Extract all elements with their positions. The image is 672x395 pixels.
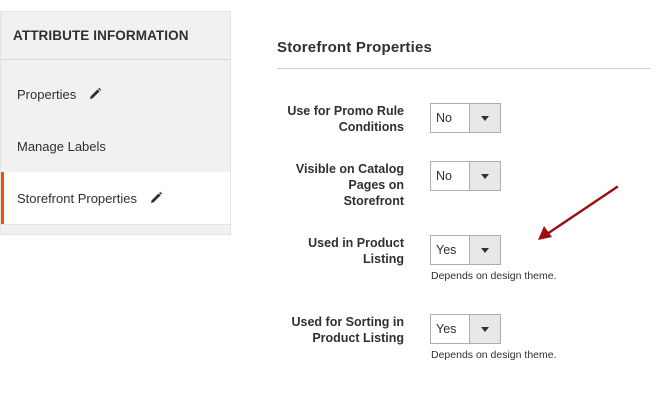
sidebar-item-properties[interactable]: Properties [1, 68, 230, 120]
sidebar-item-label: Properties [17, 86, 77, 102]
label-line: Used for Sorting in [291, 315, 405, 329]
section-divider [277, 68, 650, 69]
used-for-sorting-select[interactable]: Yes [430, 314, 501, 344]
select-value: No [436, 169, 452, 183]
sidebar-item-label: Storefront Properties [17, 190, 137, 206]
chevron-down-icon [469, 104, 500, 132]
attribute-information-panel: ATTRIBUTE INFORMATION Properties Manage … [0, 11, 231, 235]
used-in-product-listing-select[interactable]: Yes [430, 235, 501, 265]
promo-rule-label: Use for Promo Rule Conditions [254, 103, 404, 135]
used-for-sorting-label: Used for Sorting in Product Listing [254, 314, 405, 346]
label-line: Conditions [338, 120, 404, 134]
label-line: Used in Product [308, 236, 404, 250]
section-title: Storefront Properties [277, 39, 432, 56]
promo-rule-select[interactable]: No [430, 103, 501, 133]
visible-on-catalog-label: Visible on Catalog Pages on Storefront [254, 161, 404, 209]
sidebar-divider [1, 224, 230, 225]
pencil-icon [88, 87, 102, 101]
label-line: Pages on [348, 178, 404, 192]
sidebar-item-storefront-properties[interactable]: Storefront Properties [1, 172, 230, 224]
field-note: Depends on design theme. [431, 349, 557, 361]
chevron-down-icon [469, 315, 500, 343]
used-in-product-listing-label: Used in Product Listing [254, 235, 404, 267]
annotation-arrow-icon [538, 185, 619, 240]
label-line: Product Listing [312, 331, 404, 345]
chevron-down-icon [469, 162, 500, 190]
pencil-icon [149, 191, 163, 205]
visible-on-catalog-select[interactable]: No [430, 161, 501, 191]
sidebar-item-manage-labels[interactable]: Manage Labels [1, 120, 230, 172]
label-line: Listing [363, 252, 404, 266]
select-value: Yes [436, 243, 457, 257]
label-line: Use for Promo Rule [287, 104, 404, 118]
field-note: Depends on design theme. [431, 270, 557, 282]
section-title-text: Storefront Properties [277, 39, 433, 56]
label-line: Storefront [343, 194, 404, 208]
select-value: No [436, 111, 452, 125]
chevron-down-icon [469, 236, 500, 264]
label-line: Visible on Catalog [295, 162, 404, 176]
select-value: Yes [436, 322, 457, 336]
sidebar-item-label: Manage Labels [17, 138, 106, 154]
sidebar-divider [1, 59, 230, 60]
sidebar-title: ATTRIBUTE INFORMATION [13, 28, 189, 43]
